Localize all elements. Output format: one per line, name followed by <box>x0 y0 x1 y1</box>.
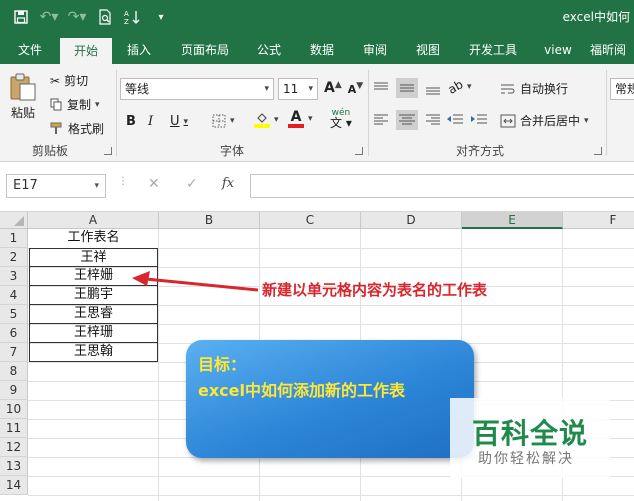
watermark-brand: 百科全说 <box>472 417 589 450</box>
annotation-text: 新建以单元格内容为表名的工作表 <box>262 281 488 299</box>
callout-heading: 目标： <box>198 355 247 374</box>
goal-callout: 目标： excel中如何添加新的工作表 <box>186 340 474 458</box>
callout-body: excel中如何添加新的工作表 <box>198 381 405 400</box>
watermark-tagline: 助你轻松解决 <box>478 451 574 467</box>
watermark-logo: 百科全说 助你轻松解决 <box>450 398 610 478</box>
